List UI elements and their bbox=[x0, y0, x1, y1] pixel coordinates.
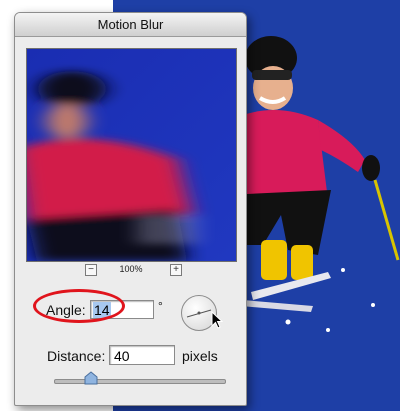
distance-label: Distance: bbox=[47, 348, 106, 364]
dialog-title: Motion Blur bbox=[15, 13, 246, 37]
highlight-ring bbox=[33, 289, 125, 323]
distance-slider-thumb[interactable] bbox=[84, 371, 98, 385]
blur-preview[interactable] bbox=[26, 48, 237, 262]
motion-blur-dialog: Motion Blur − 100% + Angle: 14 ° Distanc… bbox=[14, 12, 247, 406]
zoom-level: 100% bbox=[119, 264, 143, 274]
distance-slider-track[interactable] bbox=[54, 379, 226, 384]
degree-symbol: ° bbox=[158, 299, 163, 313]
distance-input[interactable]: 40 bbox=[109, 345, 175, 365]
zoom-out-icon[interactable]: − bbox=[85, 264, 97, 276]
distance-units: pixels bbox=[182, 348, 218, 364]
zoom-controls: − 100% + bbox=[15, 264, 246, 278]
cursor-arrow-icon bbox=[211, 310, 224, 334]
zoom-in-icon[interactable]: + bbox=[170, 264, 182, 276]
